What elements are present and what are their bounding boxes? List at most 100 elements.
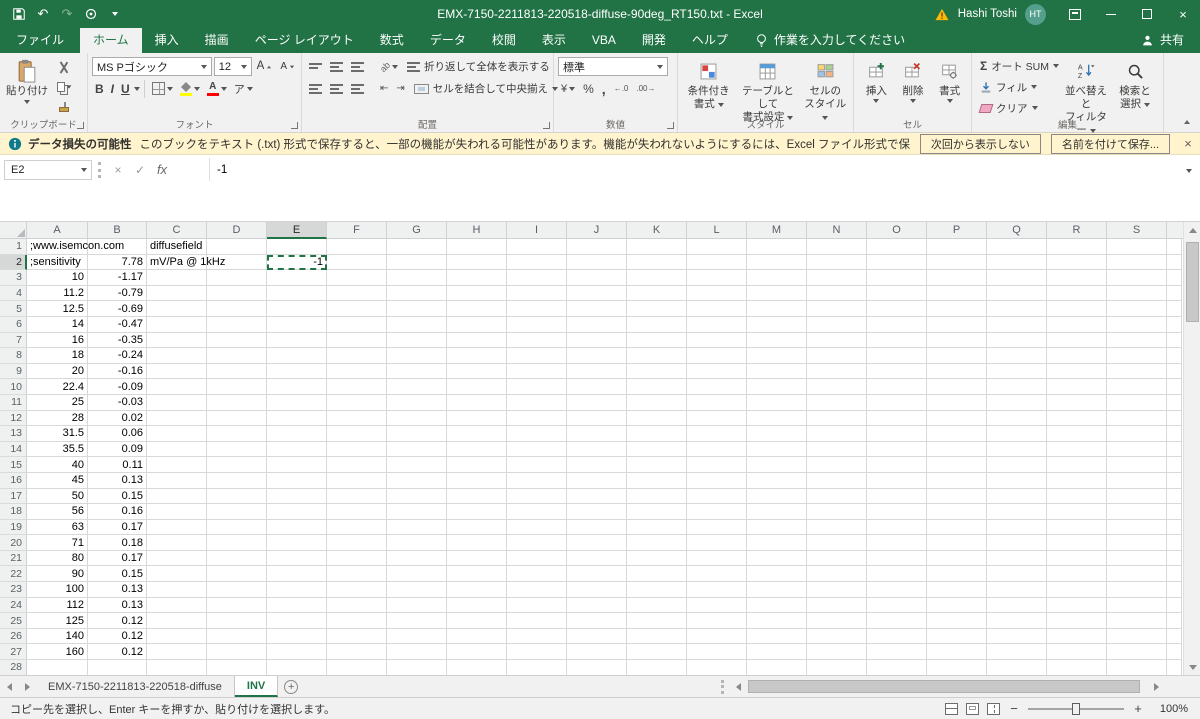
cell-G5[interactable]: [387, 301, 447, 317]
cell-L10[interactable]: [687, 379, 747, 395]
cell-G25[interactable]: [387, 613, 447, 629]
cell-N23[interactable]: [807, 582, 867, 598]
cell-M2[interactable]: [747, 254, 807, 271]
cell-M1[interactable]: [747, 239, 807, 255]
align-center-button[interactable]: [327, 79, 346, 98]
cell-G4[interactable]: [387, 285, 447, 302]
cell-B5[interactable]: -0.69: [88, 301, 147, 317]
row-header-14[interactable]: 14: [0, 441, 27, 458]
row-header-21[interactable]: 21: [0, 550, 27, 567]
copy-button[interactable]: [52, 78, 76, 96]
cell-E7[interactable]: [267, 332, 327, 349]
ribbon-tab-page-layout[interactable]: ページ レイアウト: [242, 28, 367, 53]
cell-M23[interactable]: [747, 582, 807, 598]
cell-P19[interactable]: [927, 519, 987, 536]
row-header-9[interactable]: 9: [0, 363, 27, 380]
cell-H8[interactable]: [447, 348, 507, 364]
cell-S22[interactable]: [1107, 566, 1167, 583]
cell-J28[interactable]: [567, 660, 627, 675]
cell-G1[interactable]: [387, 239, 447, 255]
cell-N10[interactable]: [807, 379, 867, 395]
cell-Q5[interactable]: [987, 301, 1047, 317]
cell-A25[interactable]: 125: [27, 613, 88, 629]
autosum-button[interactable]: Σ オート SUM: [976, 56, 1060, 76]
column-header-S[interactable]: S: [1107, 222, 1167, 239]
row-header-18[interactable]: 18: [0, 504, 27, 520]
zoom-slider-thumb[interactable]: [1072, 702, 1080, 715]
cell-L25[interactable]: [687, 613, 747, 629]
tell-me-box[interactable]: 作業を入力してください: [755, 28, 905, 53]
cell-O14[interactable]: [867, 441, 927, 458]
merge-center-button[interactable]: セルを結合して中央揃え: [410, 79, 562, 99]
cell-K2[interactable]: [627, 254, 687, 271]
cell-Q4[interactable]: [987, 285, 1047, 302]
ribbon-tab-home[interactable]: ホーム: [80, 28, 142, 53]
cell-F16[interactable]: [327, 472, 387, 489]
cell-S18[interactable]: [1107, 504, 1167, 520]
cell-J14[interactable]: [567, 441, 627, 458]
column-header-I[interactable]: I: [507, 222, 567, 239]
cell-B2[interactable]: 7.78: [88, 254, 147, 271]
cell-N22[interactable]: [807, 566, 867, 583]
cell-L18[interactable]: [687, 504, 747, 520]
increase-decimal-button[interactable]: ←.0: [611, 79, 632, 98]
row-header-28[interactable]: 28: [0, 660, 27, 675]
cell-E13[interactable]: [267, 426, 327, 442]
align-middle-button[interactable]: [327, 57, 346, 76]
cell-I25[interactable]: [507, 613, 567, 629]
cell-F23[interactable]: [327, 582, 387, 598]
cell-F12[interactable]: [327, 410, 387, 427]
cell-B12[interactable]: 0.02: [88, 410, 147, 427]
cell-Q18[interactable]: [987, 504, 1047, 520]
cell-F15[interactable]: [327, 457, 387, 473]
cell-A27[interactable]: 160: [27, 644, 88, 661]
cell-I2[interactable]: [507, 254, 567, 271]
name-box-splitter[interactable]: [98, 161, 101, 178]
cell-A24[interactable]: 112: [27, 597, 88, 614]
cell-I23[interactable]: [507, 582, 567, 598]
cell-H20[interactable]: [447, 535, 507, 551]
cell-L15[interactable]: [687, 457, 747, 473]
cell-J27[interactable]: [567, 644, 627, 661]
cell-K23[interactable]: [627, 582, 687, 598]
cell-G28[interactable]: [387, 660, 447, 675]
cell-M28[interactable]: [747, 660, 807, 675]
cell-F9[interactable]: [327, 363, 387, 380]
row-header-10[interactable]: 10: [0, 379, 27, 395]
cell-Q1[interactable]: [987, 239, 1047, 255]
cell-M11[interactable]: [747, 394, 807, 411]
cell-O15[interactable]: [867, 457, 927, 473]
hscroll-right-button[interactable]: [1148, 679, 1164, 695]
cell-D3[interactable]: [207, 270, 267, 286]
cell-D20[interactable]: [207, 535, 267, 551]
cell-N1[interactable]: [807, 239, 867, 255]
cell-O17[interactable]: [867, 488, 927, 505]
cell-O8[interactable]: [867, 348, 927, 364]
cell-H6[interactable]: [447, 316, 507, 333]
cell-S28[interactable]: [1107, 660, 1167, 675]
cell-K3[interactable]: [627, 270, 687, 286]
cell-P20[interactable]: [927, 535, 987, 551]
cell-Q23[interactable]: [987, 582, 1047, 598]
cell-C10[interactable]: [147, 379, 207, 395]
cell-B20[interactable]: 0.18: [88, 535, 147, 551]
cell-K22[interactable]: [627, 566, 687, 583]
cell-H16[interactable]: [447, 472, 507, 489]
cell-I4[interactable]: [507, 285, 567, 302]
cell-M18[interactable]: [747, 504, 807, 520]
cell-Q7[interactable]: [987, 332, 1047, 349]
cell-R25[interactable]: [1047, 613, 1107, 629]
cell-D25[interactable]: [207, 613, 267, 629]
cell-M12[interactable]: [747, 410, 807, 427]
cell-J21[interactable]: [567, 550, 627, 567]
message-bar-close-button[interactable]: ×: [1176, 136, 1200, 151]
cell-A12[interactable]: 28: [27, 410, 88, 427]
format-as-table-button[interactable]: テーブルとして 書式設定: [735, 56, 800, 126]
underline-button[interactable]: U: [118, 79, 133, 98]
cancel-button[interactable]: ×: [107, 160, 129, 180]
cell-C9[interactable]: [147, 363, 207, 380]
cell-A2[interactable]: ;sensitivity: [27, 254, 88, 271]
cell-H13[interactable]: [447, 426, 507, 442]
cell-H15[interactable]: [447, 457, 507, 473]
cell-P10[interactable]: [927, 379, 987, 395]
